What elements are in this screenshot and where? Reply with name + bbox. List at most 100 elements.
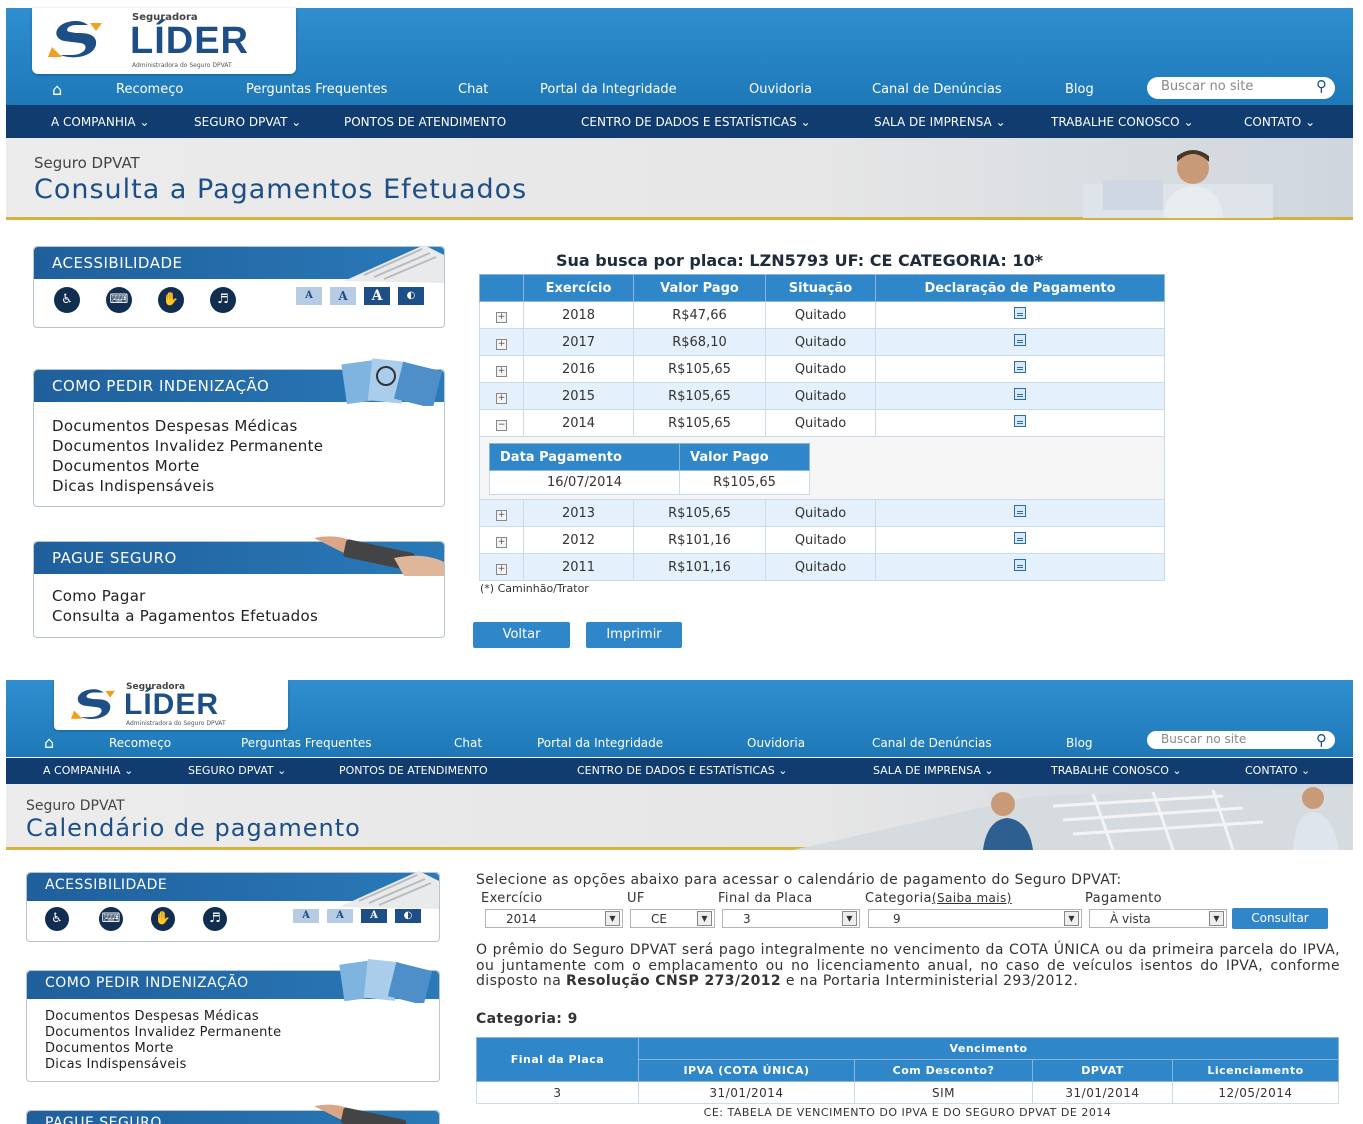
detail-col-data: Data Pagamento [489,443,680,471]
expand-icon[interactable]: + [496,536,507,548]
collapse-icon[interactable]: − [496,419,507,431]
link-consulta[interactable]: Consulta a Pagamentos Efetuados [52,606,426,626]
font-normal-button[interactable]: A [330,287,356,305]
keyboard-icon[interactable]: ⌨ [106,287,132,313]
saiba-mais-link[interactable]: (Saiba mais) [932,891,1012,905]
menu-dpvat[interactable]: SEGURO DPVAT ⌄ [194,115,301,129]
menu-dados[interactable]: CENTRO DE DADOS E ESTATÍSTICAS ⌄ [577,764,787,777]
search-input[interactable]: Buscar no site ⚲ [1147,77,1335,99]
menu-imprensa[interactable]: SALA DE IMPRENSA ⌄ [873,764,994,777]
search-input[interactable]: Buscar no site ⚲ [1147,731,1335,749]
nav-portal[interactable]: Portal da Integridade [540,82,677,97]
search-icon[interactable]: ⚲ [1316,731,1327,749]
sign-language-icon[interactable]: ✋ [151,907,175,931]
nav-ouvidoria[interactable]: Ouvidoria [747,736,805,750]
font-increase-button[interactable]: A [364,287,390,305]
menu-contato[interactable]: CONTATO ⌄ [1245,764,1310,777]
keyboard-icon[interactable]: ⌨ [99,907,123,931]
link-como-pagar[interactable]: Como Pagar [52,586,426,606]
menu-dados[interactable]: CENTRO DE DADOS E ESTATÍSTICAS ⌄ [581,115,811,129]
lider-logo[interactable]: Seguradora LÍDER Administradora do Segur… [32,8,296,74]
search-icon[interactable]: ⚲ [1316,77,1327,95]
link-despesas-medicas[interactable]: Documentos Despesas Médicas [45,1009,421,1025]
expand-icon[interactable]: + [496,311,507,323]
document-icon[interactable] [1014,505,1026,517]
folders-image [341,358,443,406]
menu-trabalhe[interactable]: TRABALHE CONOSCO ⌄ [1051,115,1194,129]
expand-icon[interactable]: + [496,365,507,377]
final-placa-select[interactable]: 3 ▼ [722,909,860,928]
font-decrease-button[interactable]: A [293,909,319,923]
link-dicas[interactable]: Dicas Indispensáveis [45,1057,421,1073]
contrast-button[interactable]: ◐ [395,909,421,923]
nav-chat[interactable]: Chat [454,736,482,750]
menu-trabalhe[interactable]: TRABALHE CONOSCO ⌄ [1051,764,1182,777]
home-icon[interactable]: ⌂ [44,733,54,752]
table-row: +2018 R$47,66 Quitado [479,301,1165,329]
nav-blog[interactable]: Blog [1066,736,1093,750]
menu-pontos[interactable]: PONTOS DE ATENDIMENTO [344,115,506,129]
font-normal-button[interactable]: A [327,909,353,923]
document-icon[interactable] [1014,361,1026,373]
print-button[interactable]: Imprimir [586,622,682,648]
accessibility-box: ACESSIBILIDADE ♿ ⌨ ✋ ♬ A A A ◐ [33,245,445,328]
document-icon[interactable] [1014,388,1026,400]
nav-recomeco[interactable]: Recomeço [109,736,171,750]
expand-icon[interactable]: + [496,509,507,521]
nav-perguntas[interactable]: Perguntas Frequentes [246,82,387,97]
document-icon[interactable] [1014,334,1026,346]
wheelchair-icon[interactable]: ♿ [45,907,69,931]
pagamento-select[interactable]: À vista ▼ [1089,909,1227,928]
link-morte[interactable]: Documentos Morte [52,456,426,476]
consultar-button[interactable]: Consultar [1232,908,1328,929]
font-decrease-button[interactable]: A [296,287,322,305]
chevron-down-icon: ▼ [1064,911,1079,926]
accessibility-header: ACESSIBILIDADE [27,871,439,909]
expand-icon[interactable]: + [496,338,507,350]
link-invalidez[interactable]: Documentos Invalidez Permanente [52,436,426,456]
indenizacao-title: COMO PEDIR INDENIZAÇÃO [52,377,270,395]
cal-col-vencimento: Vencimento [638,1037,1339,1060]
menu-dpvat[interactable]: SEGURO DPVAT ⌄ [188,764,286,777]
nav-ouvidoria[interactable]: Ouvidoria [749,82,812,97]
link-dicas[interactable]: Dicas Indispensáveis [52,476,426,496]
menu-imprensa[interactable]: SALA DE IMPRENSA ⌄ [874,115,1006,129]
expand-icon[interactable]: + [496,392,507,404]
indenizacao-title: COMO PEDIR INDENIZAÇÃO [45,975,249,991]
nav-chat[interactable]: Chat [458,82,488,97]
nav-perguntas[interactable]: Perguntas Frequentes [241,736,372,750]
document-icon[interactable] [1014,307,1026,319]
home-icon[interactable]: ⌂ [52,80,62,99]
menu-companhia[interactable]: A COMPANHIA ⌄ [51,115,150,129]
audio-icon[interactable]: ♬ [203,907,227,931]
exercicio-select[interactable]: 2014 ▼ [485,909,623,928]
chevron-down-icon: ▼ [842,911,857,926]
document-icon[interactable] [1014,559,1026,571]
detail-date: 16/07/2014 [489,470,680,495]
document-icon[interactable] [1014,415,1026,427]
menu-companhia[interactable]: A COMPANHIA ⌄ [43,764,133,777]
back-button[interactable]: Voltar [473,622,570,648]
search-placeholder: Buscar no site [1161,79,1254,94]
categoria-select[interactable]: 9 ▼ [868,909,1082,928]
uf-select[interactable]: CE ▼ [630,909,715,928]
link-despesas-medicas[interactable]: Documentos Despesas Médicas [52,416,426,436]
menu-pontos[interactable]: PONTOS DE ATENDIMENTO [339,764,488,777]
nav-denuncias[interactable]: Canal de Denúncias [872,736,992,750]
nav-portal[interactable]: Portal da Integridade [537,736,663,750]
screenshot-calendario: Seguradora LÍDER Administradora do Segur… [6,680,1353,1124]
document-icon[interactable] [1014,532,1026,544]
contrast-button[interactable]: ◐ [398,287,424,305]
expand-icon[interactable]: + [496,563,507,575]
link-invalidez[interactable]: Documentos Invalidez Permanente [45,1025,421,1041]
nav-denuncias[interactable]: Canal de Denúncias [872,82,1002,97]
menu-contato[interactable]: CONTATO ⌄ [1244,115,1315,129]
nav-blog[interactable]: Blog [1065,82,1094,97]
audio-icon[interactable]: ♬ [210,287,236,313]
link-morte[interactable]: Documentos Morte [45,1041,421,1057]
nav-recomeco[interactable]: Recomeço [116,82,183,97]
font-increase-button[interactable]: A [361,909,387,923]
lider-logo[interactable]: Seguradora LÍDER Administradora do Segur… [54,680,288,730]
wheelchair-icon[interactable]: ♿ [54,287,80,313]
sign-language-icon[interactable]: ✋ [158,287,184,313]
